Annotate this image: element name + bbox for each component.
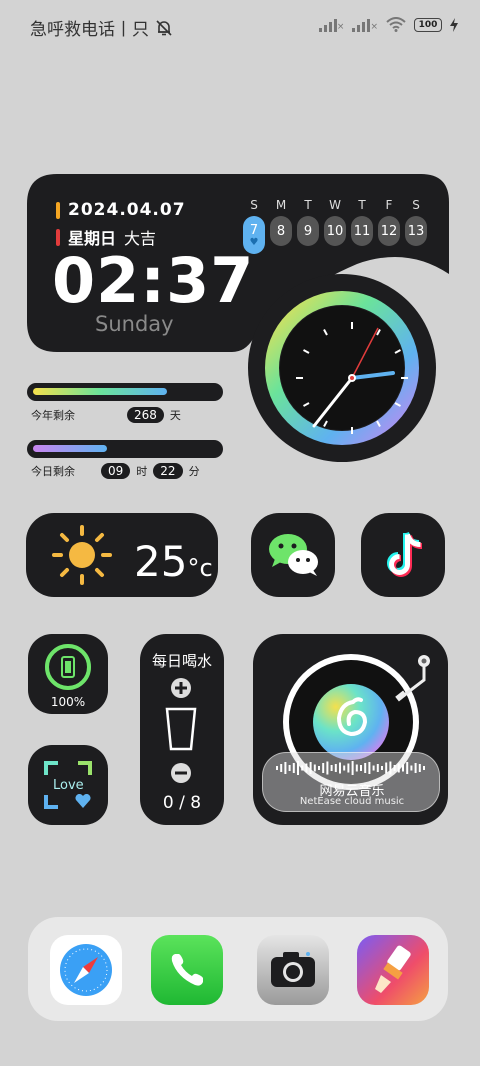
week-day-letter: M bbox=[275, 198, 287, 212]
week-day: W 10 bbox=[324, 198, 346, 254]
camera-app[interactable] bbox=[257, 935, 329, 1005]
love-label: Love bbox=[53, 778, 84, 793]
week-day: T 9 bbox=[297, 198, 319, 254]
temperature-value: 25 bbox=[134, 537, 188, 586]
week-day: M 8 bbox=[270, 198, 292, 254]
status-left: 急呼救电话丨只 bbox=[30, 15, 173, 40]
week-day-number: 11 bbox=[351, 216, 373, 246]
analog-clock bbox=[296, 322, 408, 434]
charging-icon bbox=[450, 17, 458, 32]
muted-bell-icon bbox=[156, 19, 172, 36]
carrier-text: 急呼救电话丨只 bbox=[30, 20, 149, 40]
day-progress-fill bbox=[33, 445, 107, 452]
year-progress-fill bbox=[33, 388, 168, 395]
day-minutes-value: 22 bbox=[153, 463, 183, 479]
year-remaining-value: 268 bbox=[127, 407, 164, 423]
week-day-number: 9 bbox=[297, 216, 319, 246]
battery-percent: 100% bbox=[50, 695, 86, 709]
phone-handset-icon bbox=[171, 954, 203, 986]
water-cup-icon bbox=[165, 707, 197, 751]
date-text: 2024.04.07 bbox=[68, 200, 186, 220]
temperature-unit: °c bbox=[187, 554, 213, 582]
week-day-letter: T bbox=[358, 198, 366, 212]
phone-app[interactable] bbox=[151, 935, 223, 1005]
week-day-letter: F bbox=[385, 198, 393, 212]
week-day-number: 8 bbox=[270, 216, 292, 246]
day-progress-bar bbox=[27, 440, 223, 458]
signal-icon: × bbox=[352, 18, 378, 32]
minutes-unit: 分 bbox=[188, 465, 200, 478]
wechat-app[interactable] bbox=[251, 513, 335, 597]
week-day-number: 13 bbox=[405, 216, 427, 246]
day-remaining-label: 今日剩余 bbox=[31, 465, 75, 478]
week-day: S 13 bbox=[405, 198, 427, 254]
week-day-number: 10 bbox=[324, 216, 346, 246]
hours-unit: 时 bbox=[136, 465, 148, 478]
battery-indicator: 100 bbox=[414, 17, 442, 32]
year-remaining-unit: 天 bbox=[169, 409, 181, 422]
heart-icon bbox=[75, 794, 91, 808]
week-day-number: 12 bbox=[378, 216, 400, 246]
day-name: Sunday bbox=[95, 312, 174, 336]
water-count: 0 / 8 bbox=[162, 793, 202, 813]
signal-icon: × bbox=[318, 18, 344, 32]
wifi-icon bbox=[386, 17, 406, 32]
phone-icon bbox=[61, 656, 75, 678]
camera-icon bbox=[271, 952, 315, 987]
tonearm-icon bbox=[395, 655, 430, 702]
week-day: S 7 ♥ bbox=[243, 198, 265, 254]
week-day: F 12 bbox=[378, 198, 400, 254]
tiktok-icon bbox=[387, 531, 423, 577]
week-strip: S 7 ♥ M 8 T 9 W 10 T 11 F 12 S 13 bbox=[243, 198, 427, 254]
soundwave-icon bbox=[276, 761, 425, 775]
minus-icon[interactable] bbox=[171, 763, 191, 783]
digital-time: 02:37 bbox=[52, 244, 255, 317]
day-hours-value: 09 bbox=[101, 463, 131, 479]
week-day-letter: T bbox=[304, 198, 312, 212]
music-subtitle: NetEase cloud music bbox=[299, 796, 405, 807]
tiktok-app[interactable] bbox=[361, 513, 445, 597]
status-right: × × 100 bbox=[318, 17, 458, 32]
sun-icon bbox=[52, 525, 112, 585]
heart-icon: ♥ bbox=[249, 236, 259, 248]
safari-app[interactable] bbox=[50, 935, 122, 1005]
theme-app[interactable] bbox=[357, 935, 429, 1005]
safari-icon bbox=[60, 944, 112, 996]
week-day: T 11 bbox=[351, 198, 373, 254]
year-remaining-label: 今年剩余 bbox=[31, 409, 75, 422]
year-progress-bar bbox=[27, 383, 223, 401]
date-line: 2024.04.07 bbox=[56, 200, 186, 220]
week-day-letter: S bbox=[412, 198, 420, 212]
plus-icon[interactable] bbox=[171, 678, 191, 698]
temperature: 25°c bbox=[134, 537, 213, 586]
week-day-number: 7 ♥ bbox=[243, 216, 265, 254]
red-marker bbox=[56, 228, 60, 246]
week-day-letter: W bbox=[329, 198, 341, 212]
status-bar: 急呼救电话丨只 × × 100 bbox=[0, 12, 480, 40]
water-title: 每日喝水 bbox=[151, 652, 212, 670]
week-day-num: 7 bbox=[249, 222, 259, 238]
brush-app-icon bbox=[375, 945, 411, 993]
week-day-letter: S bbox=[250, 198, 258, 212]
wechat-icon bbox=[269, 534, 318, 576]
day-remaining: 今日剩余 09 时 22 分 bbox=[31, 463, 200, 479]
year-remaining: 今年剩余 268 天 bbox=[31, 407, 181, 423]
orange-marker bbox=[56, 201, 60, 219]
